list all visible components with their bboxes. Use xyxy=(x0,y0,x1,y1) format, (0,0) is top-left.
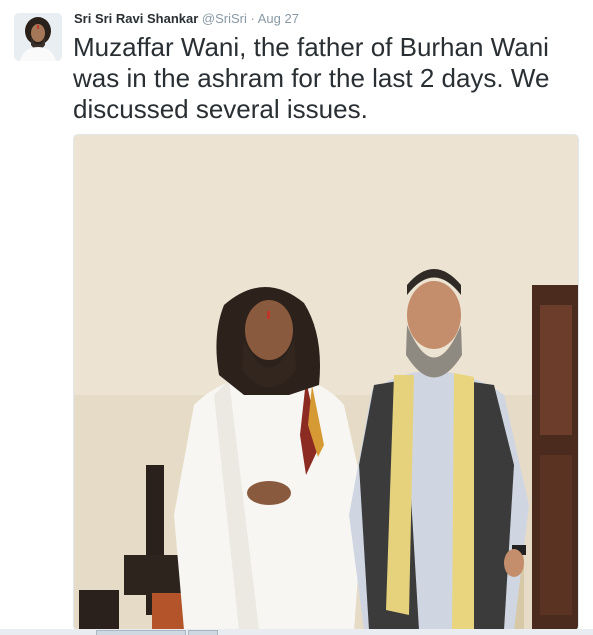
tweet-media-photo[interactable] xyxy=(73,134,579,631)
avatar-image xyxy=(14,13,62,61)
tweet-text: Muzaffar Wani, the father of Burhan Wani… xyxy=(73,32,550,124)
tweet-header: Sri Sri Ravi Shankar @SriSri · Aug 27 xyxy=(74,11,299,27)
author-avatar[interactable] xyxy=(14,13,62,61)
tweet: Sri Sri Ravi Shankar @SriSri · Aug 27 Mu… xyxy=(0,0,593,635)
author-handle[interactable]: @SriSri xyxy=(202,11,247,26)
photo-image xyxy=(74,135,578,630)
meta-separator: · xyxy=(250,11,255,26)
author-name[interactable]: Sri Sri Ravi Shankar xyxy=(74,11,198,26)
browser-taskbar xyxy=(0,629,593,635)
taskbar-tab[interactable] xyxy=(188,630,218,635)
taskbar-tab[interactable] xyxy=(96,630,186,635)
tweet-date[interactable]: Aug 27 xyxy=(258,11,299,26)
